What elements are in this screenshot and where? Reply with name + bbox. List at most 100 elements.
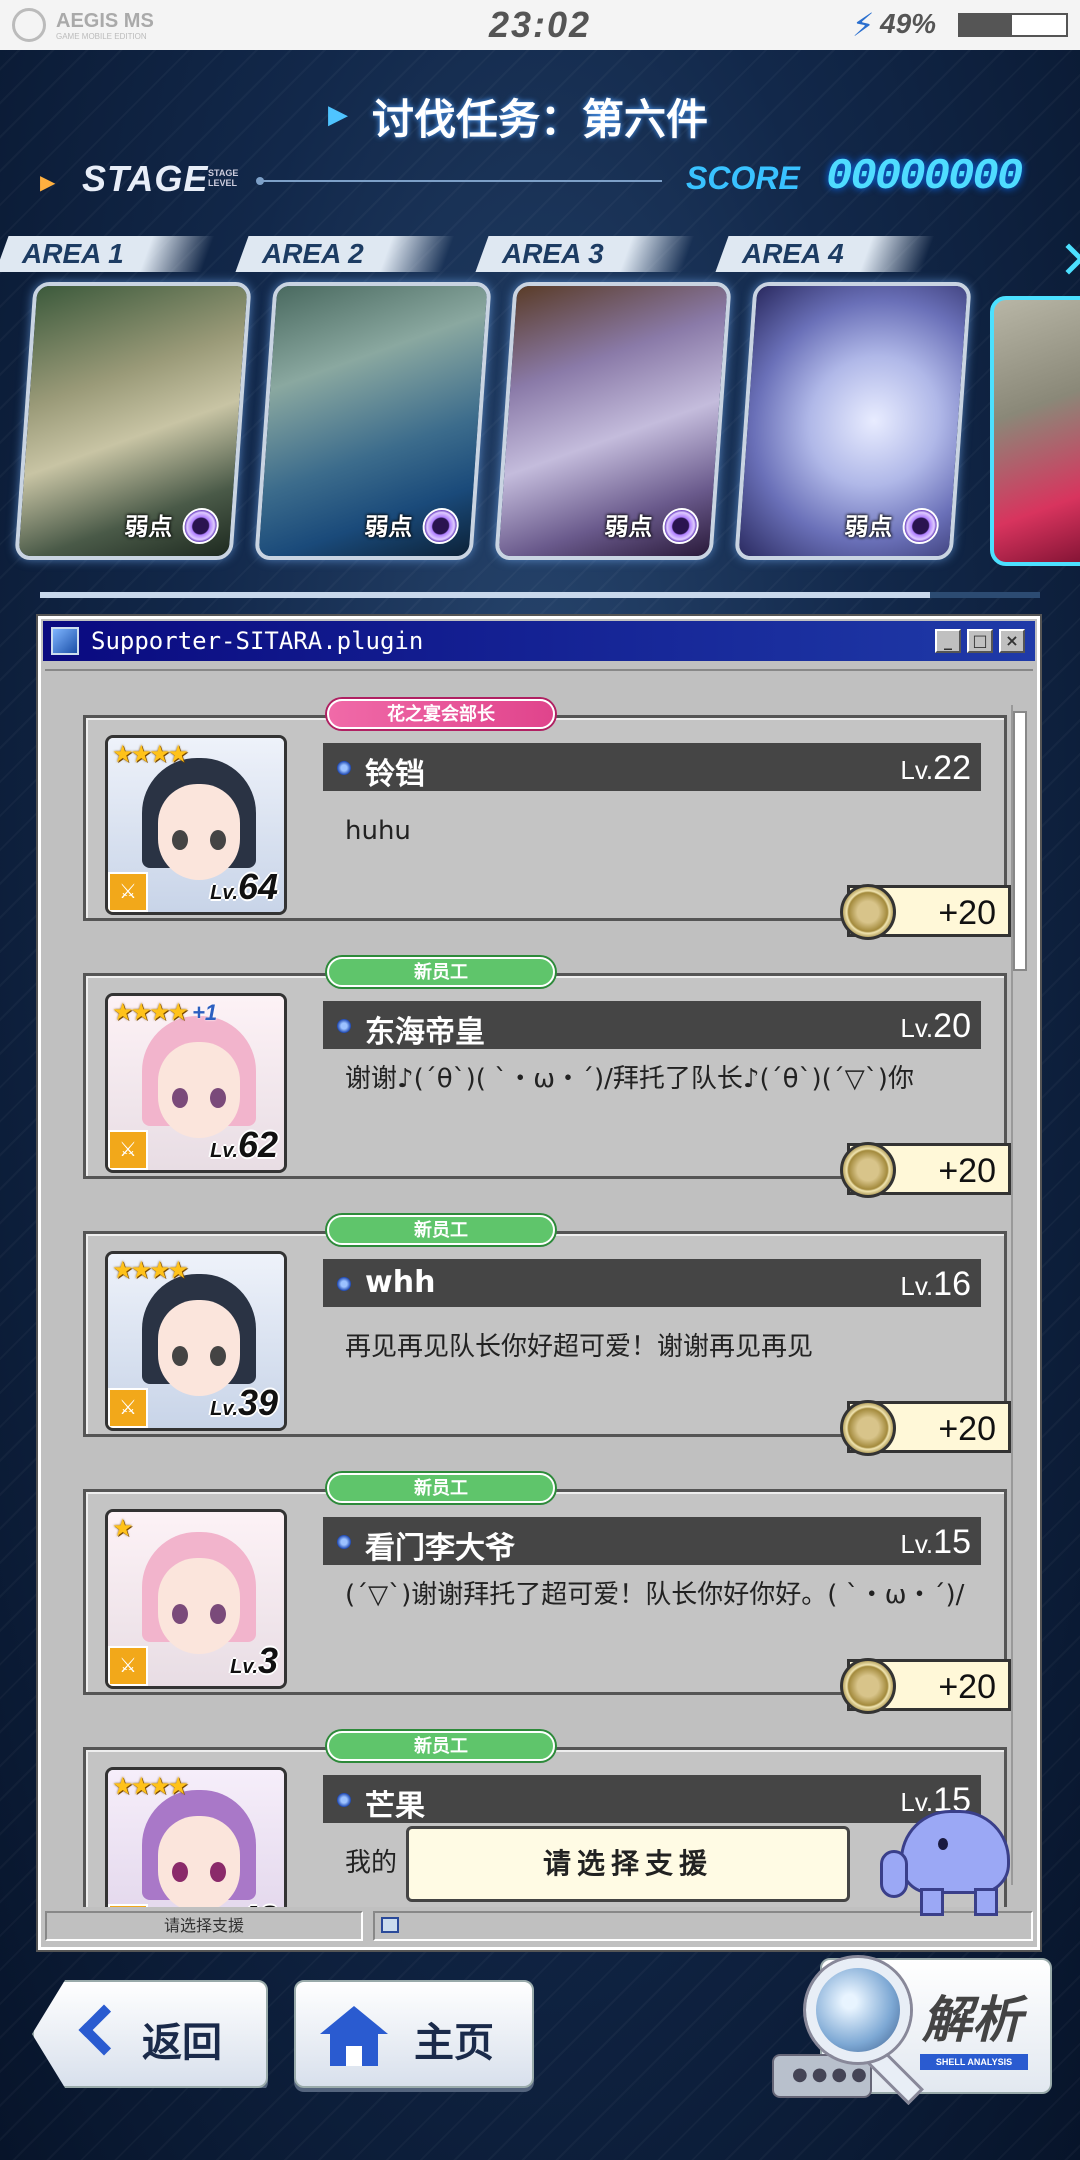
reward-value: +20: [938, 1410, 996, 1448]
reward-badge: +20: [840, 1658, 1011, 1714]
supporter-badge: 新员工: [327, 957, 555, 987]
card-level: Lv.3: [230, 1640, 278, 1681]
supporter-entry[interactable]: 花之宴会部长 ★★★★ ⚔ Lv.64 铃铛 Lv.22 huhu +20: [83, 699, 1011, 940]
avatar: ★★★★ ⚔ Lv.43: [105, 1767, 287, 1907]
area-tab-label: AREA 3: [502, 238, 604, 269]
back-button[interactable]: 返回: [32, 1980, 268, 2088]
supporter-entry[interactable]: 新员工 ★★★★ +1 ⚔ Lv.62 东海帝皇 Lv.20 谢谢♪(´θ`)( …: [83, 957, 1011, 1198]
area-tab-label: AREA 4: [742, 238, 844, 269]
score-value: 00000000: [826, 152, 1023, 202]
supporter-name: 铃铛: [365, 757, 425, 792]
stage-small-label: STAGE LEVEL: [208, 168, 239, 188]
area-card-2[interactable]: AREA 2 弱点: [235, 232, 492, 562]
rarity-stars: ★★★★: [112, 1256, 189, 1284]
stage-arrow-icon: ▶: [40, 170, 56, 194]
reward-value: +20: [938, 1668, 996, 1706]
area-card-3[interactable]: AREA 3 弱点: [475, 232, 732, 562]
area-tab-label: AREA 2: [262, 238, 364, 269]
rarity-stars: ★★★★ +1: [112, 998, 218, 1026]
coin-icon: [840, 1658, 896, 1714]
reward-value: +20: [938, 894, 996, 932]
window-close-button[interactable]: ×: [999, 629, 1025, 653]
supporter-level: Lv.15: [900, 1523, 971, 1561]
supporter-name: 芒果: [365, 1789, 425, 1824]
weapon-icon: ⚔: [108, 1904, 148, 1907]
coin-icon: [840, 1400, 896, 1456]
supporter-badge: 新员工: [327, 1731, 555, 1761]
computer-icon: [381, 1917, 399, 1933]
coin-icon: [840, 1142, 896, 1198]
area-image: 弱点: [14, 282, 252, 560]
supporter-message: (´▽`)谢谢拜托了超可爱！队长你好你好。( `・ω・´)/: [345, 1580, 965, 1610]
weapon-icon: ⚔: [108, 1646, 148, 1686]
supporter-level: Lv.20: [900, 1007, 971, 1045]
card-level: Lv.64: [210, 866, 278, 907]
window-app-icon: [51, 627, 79, 655]
area-card-5-partial[interactable]: [990, 296, 1080, 566]
supporter-list: 花之宴会部长 ★★★★ ⚔ Lv.64 铃铛 Lv.22 huhu +20 新员…: [45, 669, 1033, 1907]
home-icon: [320, 2006, 388, 2066]
elephant-mascot-icon: [880, 1790, 1040, 1920]
status-bar: AEGIS MS GAME MOBILE EDITION 23:02 ⚡ 49%: [0, 0, 1080, 50]
area-image: 弱点: [494, 282, 732, 560]
reward-value: +20: [938, 1152, 996, 1190]
weak-point-label: 弱点: [843, 513, 894, 541]
player-dot-icon: [337, 1019, 351, 1033]
reward-badge: +20: [840, 1142, 1011, 1198]
supporter-message: 谢谢♪(´θ`)( `・ω・´)/拜托了队长♪(´θ`)(´▽`)你: [345, 1064, 914, 1094]
stage-label: STAGE: [82, 158, 209, 199]
stage-progress-line: [256, 177, 662, 185]
home-button[interactable]: 主页: [294, 1980, 534, 2088]
area-image: 弱点: [734, 282, 972, 560]
area-scrollbar-thumb[interactable]: [40, 592, 930, 598]
supporter-window: Supporter-SITARA.plugin _ □ × 花之宴会部长 ★★★…: [36, 614, 1042, 1952]
player-dot-icon: [337, 1277, 351, 1291]
player-dot-icon: [337, 1793, 351, 1807]
supporter-entry[interactable]: 新员工 ★★★★ ⚔ Lv.39 whh Lv.16 再见再见队长你好超可爱！谢…: [83, 1215, 1011, 1456]
analyzer-dots: ●●●●: [792, 2064, 871, 2085]
battery-percent: 49%: [880, 8, 937, 39]
avatar: ★★★★ ⚔ Lv.39: [105, 1251, 287, 1431]
analyze-button[interactable]: ●●●● 解析 SHELL ANALYSIS: [772, 1958, 1052, 2105]
supporter-message: huhu: [345, 816, 411, 846]
rarity-stars: ★★★★: [112, 1772, 189, 1800]
supporter-level: Lv.22: [900, 749, 971, 787]
name-bar: 东海帝皇 Lv.20: [323, 1001, 981, 1050]
supporter-badge: 花之宴会部长: [327, 699, 555, 729]
weapon-icon: ⚔: [108, 872, 148, 912]
avatar: ★ ⚔ Lv.3: [105, 1509, 287, 1689]
area-scrollbar[interactable]: [40, 592, 1040, 598]
card-level: Lv.62: [210, 1124, 278, 1165]
player-dot-icon: [337, 1535, 351, 1549]
page-title: 讨伐任务：第六件: [372, 95, 709, 144]
statusbar-text: 请选择支援: [45, 1911, 363, 1941]
supporter-message: 再见再见队长你好超可爱！谢谢再见再见: [345, 1332, 814, 1362]
area-tab-label: AREA 1: [22, 238, 124, 269]
area-card-1[interactable]: AREA 1 弱点: [0, 232, 252, 562]
analyze-button-label: 解析: [922, 1991, 1022, 2049]
card-level: Lv.39: [210, 1382, 278, 1423]
weak-point-label: 弱点: [363, 513, 414, 541]
area-image: 弱点: [254, 282, 492, 560]
chevron-left-icon: [78, 2004, 130, 2056]
avatar: ★★★★ ⚔ Lv.64: [105, 735, 287, 915]
list-scrollbar[interactable]: [1011, 705, 1029, 1885]
list-scrollbar-thumb[interactable]: [1013, 711, 1027, 971]
title-arrow-icon: ▶: [328, 100, 348, 130]
player-dot-icon: [337, 761, 351, 775]
weak-point-label: 弱点: [603, 513, 654, 541]
choose-support-tooltip: 请选择支援: [406, 1826, 850, 1902]
rarity-stars: ★: [112, 1514, 133, 1542]
supporter-name: 东海帝皇: [365, 1015, 485, 1050]
area-card-4[interactable]: AREA 4 弱点: [715, 232, 972, 562]
back-button-label: 返回: [142, 2020, 222, 2066]
supporter-entry[interactable]: 新员工 ★ ⚔ Lv.3 看门李大爷 Lv.15 (´▽`)谢谢拜托了超可爱！队…: [83, 1473, 1011, 1714]
window-minimize-button[interactable]: _: [935, 629, 961, 653]
analyze-sub-label: SHELL ANALYSIS: [920, 2054, 1028, 2070]
name-bar: whh Lv.16: [323, 1259, 981, 1307]
home-button-label: 主页: [414, 2020, 494, 2066]
card-level: Lv.43: [210, 1898, 278, 1907]
supporter-badge: 新员工: [327, 1215, 555, 1245]
window-maximize-button[interactable]: □: [967, 629, 993, 653]
score-label: SCORE: [686, 160, 800, 196]
